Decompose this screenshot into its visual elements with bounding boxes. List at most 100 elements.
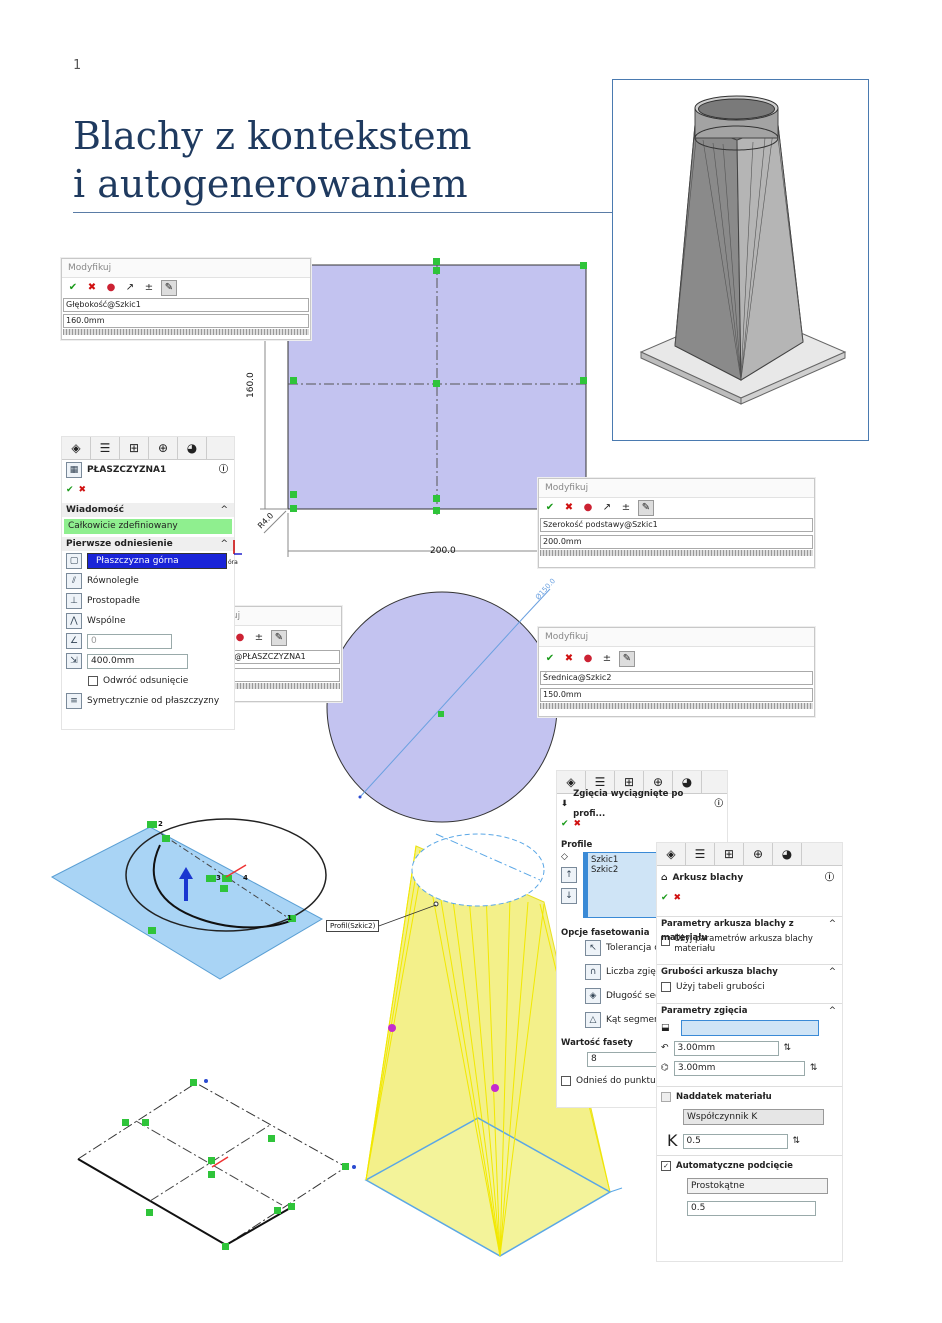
rebuild-icon[interactable]: ● (233, 631, 247, 645)
cancel-icon[interactable]: ✖ (79, 480, 87, 500)
rebuild-icon[interactable]: ● (581, 652, 595, 666)
confirm-icon[interactable]: ✔ (66, 281, 80, 295)
value-thumbwheel[interactable] (63, 329, 309, 335)
bend-params-group-header[interactable]: Parametry zgięcia (657, 1003, 842, 1018)
ok-icon[interactable]: ✔ (661, 888, 669, 908)
sketch-mark-3: 3 (216, 874, 221, 882)
feature-manager-tab-icon[interactable]: ◈ (657, 843, 686, 865)
reference-selection-box[interactable]: Płaszczyzna górna (87, 553, 227, 569)
increment-icon[interactable]: ± (619, 501, 633, 515)
profile-callout[interactable]: Profil(Szkic2) (326, 920, 380, 932)
property-manager-tab-icon[interactable]: ☰ (91, 437, 120, 459)
perpendicular-icon: ⊥ (66, 593, 82, 609)
option-parallel[interactable]: ⫽ Równoległe (62, 571, 234, 591)
allowance-group-header[interactable]: Naddatek materiału (657, 1086, 842, 1107)
spin-buttons-icon[interactable]: ⇅ (793, 1131, 801, 1151)
config-manager-tab-icon[interactable]: ⊞ (715, 843, 744, 865)
triad-icon (233, 540, 242, 555)
value-input[interactable]: 150.0mm (540, 688, 813, 702)
mark-dimension-icon[interactable]: ✎ (161, 280, 177, 296)
fixed-face-selection-box[interactable] (680, 1020, 819, 1036)
k-factor-input[interactable]: 0.5 (682, 1133, 788, 1149)
use-gauge-table-row[interactable]: Użyj tabeli grubości (657, 979, 842, 995)
thickness-input[interactable]: 3.00mm (673, 1060, 805, 1076)
cancel-icon[interactable]: ✖ (574, 814, 582, 834)
rect-width-dimension[interactable]: 200.0 (430, 546, 456, 556)
bend-radius-input[interactable]: 3.00mm (673, 1040, 779, 1056)
title-line-2: i autogenerowaniem (73, 162, 468, 206)
option-coincident[interactable]: ⋀ Wspólne (62, 611, 234, 631)
distance-input[interactable]: 400.0mm (87, 653, 188, 669)
relief-ratio-input[interactable]: 0.5 (687, 1200, 816, 1216)
spin-buttons-icon[interactable]: ⇅ (810, 1058, 818, 1078)
param-name-field: Szerokość podstawy@Szkic1 (540, 518, 813, 532)
pm-title: Arkusz blachy (672, 873, 744, 883)
cancel-icon[interactable]: ✖ (562, 501, 576, 515)
message-group-header[interactable]: Wiadomość (62, 503, 234, 517)
mark-dimension-icon[interactable]: ✎ (619, 651, 635, 667)
reference-plane-icon: ▢ (66, 553, 82, 569)
sketch-mark-2: 2 (158, 820, 163, 828)
allowance-type-select[interactable]: Współczynnik K (683, 1109, 824, 1125)
relief-type-select[interactable]: Prostokątne (687, 1178, 828, 1194)
allowance-checkbox[interactable] (661, 1092, 671, 1102)
help-icon[interactable]: ⓘ (219, 460, 228, 480)
arrow-icon[interactable]: ↗ (123, 281, 137, 295)
value-input[interactable]: 160.0mm (63, 314, 309, 328)
auto-relief-checkbox[interactable]: ✓ (661, 1161, 671, 1171)
sheet-metal-model-illustration (639, 95, 847, 405)
cancel-icon[interactable]: ✖ (85, 281, 99, 295)
mark-dimension-icon[interactable]: ✎ (271, 630, 287, 646)
confirm-icon[interactable]: ✔ (543, 652, 557, 666)
confirm-icon[interactable]: ✔ (543, 501, 557, 515)
move-down-icon[interactable]: ↓ (561, 888, 577, 904)
arrow-icon[interactable]: ↗ (600, 501, 614, 515)
dimxpert-tab-icon[interactable]: ⊕ (149, 437, 178, 459)
angle-input[interactable]: 0 (87, 633, 172, 649)
cancel-icon[interactable]: ✖ (562, 652, 576, 666)
increment-icon[interactable]: ± (600, 652, 614, 666)
flip-offset-row[interactable]: Odwróć odsunięcie (62, 671, 234, 691)
modify-toolbar: ✔ ✖ ● ± ✎ (539, 647, 814, 671)
increment-icon[interactable]: ± (142, 281, 156, 295)
auto-relief-group-header[interactable]: ✓ Automatyczne podcięcie (657, 1155, 842, 1176)
param-name-field: Głębokość@Szkic1 (63, 298, 309, 312)
pm-title: Zgięcia wyciągnięte po profi... (573, 789, 684, 819)
first-reference-group-header[interactable]: Pierwsze odniesienie (62, 537, 234, 551)
ok-icon[interactable]: ✔ (66, 480, 74, 500)
coincident-icon: ⋀ (66, 613, 82, 629)
mark-dimension-icon[interactable]: ✎ (638, 500, 654, 516)
rebuild-icon[interactable]: ● (581, 501, 595, 515)
bend-radius-row: ↶ 3.00mm ⇅ (657, 1038, 842, 1058)
value-thumbwheel[interactable] (540, 703, 813, 709)
reference-endpoint-checkbox[interactable] (561, 1076, 571, 1086)
property-manager-tab-icon[interactable]: ☰ (686, 843, 715, 865)
help-icon[interactable]: ⓘ (825, 868, 834, 888)
value-input[interactable]: 200.0mm (540, 535, 813, 549)
spin-buttons-icon[interactable]: ⇅ (784, 1038, 792, 1058)
option-perpendicular[interactable]: ⊥ Prostopadłe (62, 591, 234, 611)
move-up-icon[interactable]: ↑ (561, 867, 577, 883)
flip-offset-checkbox[interactable] (88, 676, 98, 686)
use-gauge-table-checkbox[interactable] (661, 982, 671, 992)
rect-height-dimension[interactable]: 160.0 (246, 372, 256, 398)
config-manager-tab-icon[interactable]: ⊞ (120, 437, 149, 459)
distance-row: ⇲ 400.0mm (62, 651, 234, 671)
dimxpert-tab-icon[interactable]: ⊕ (744, 843, 773, 865)
increment-icon[interactable]: ± (252, 631, 266, 645)
material-params-group-header[interactable]: Parametry arkusza blachy z materiału (657, 916, 842, 943)
ok-icon[interactable]: ✔ (561, 814, 569, 834)
display-manager-tab-icon[interactable]: ◕ (773, 843, 802, 865)
modify-header: Modyfikuj (539, 628, 814, 647)
cancel-icon[interactable]: ✖ (674, 888, 682, 908)
value-thumbwheel[interactable] (540, 550, 813, 556)
relief-type-row: Prostokątne (657, 1176, 842, 1196)
gauge-group-header[interactable]: Grubości arkusza blachy (657, 964, 842, 979)
symmetric-row[interactable]: ≡ Symetrycznie od płaszczyzny (62, 691, 234, 711)
option-label: Liczba zgięć (606, 967, 661, 977)
bend-radius-icon: ↶ (661, 1043, 669, 1053)
help-icon[interactable]: ⓘ (714, 794, 723, 814)
rebuild-icon[interactable]: ● (104, 281, 118, 295)
feature-manager-tab-icon[interactable]: ◈ (62, 437, 91, 459)
display-manager-tab-icon[interactable]: ◕ (178, 437, 207, 459)
